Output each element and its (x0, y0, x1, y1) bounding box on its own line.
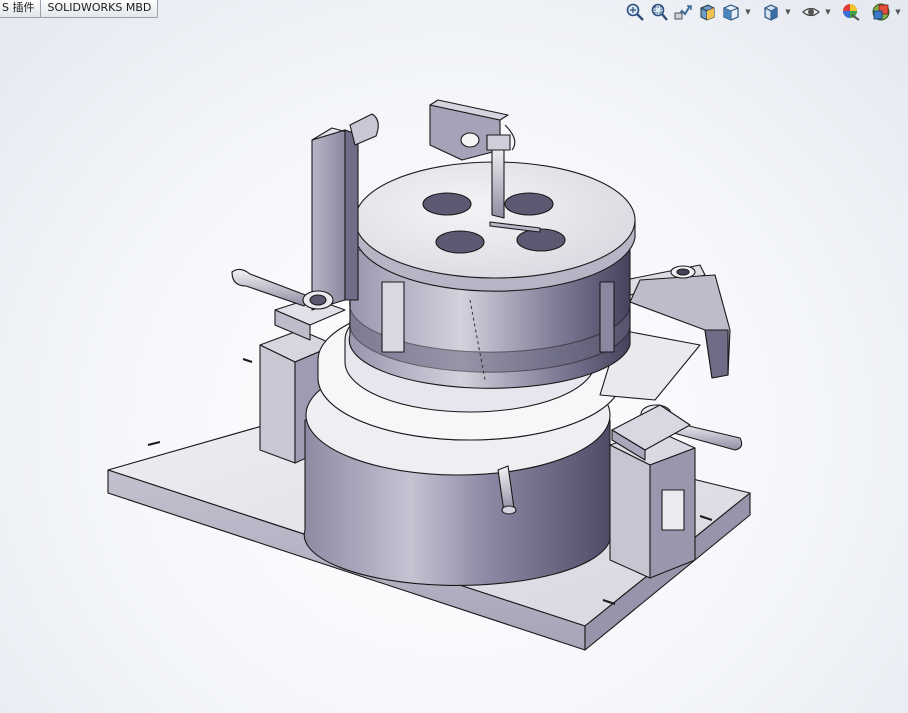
tab-solidworks-mbd[interactable]: SOLIDWORKS MBD (41, 0, 159, 18)
view-orientation-dropdown-icon[interactable]: ▼ (744, 1, 752, 23)
hide-show-items-icon[interactable] (800, 1, 822, 23)
apply-scene-icon[interactable] (870, 1, 892, 23)
display-style-icon[interactable] (760, 1, 782, 23)
graphics-area[interactable]: S 插件 SOLIDWORKS MBD ▼ ▼ ▼ ▼ (0, 0, 908, 713)
zoom-to-fit-icon[interactable] (624, 1, 646, 23)
fixture-assembly-model[interactable] (0, 0, 908, 713)
tab-addins[interactable]: S 插件 (0, 0, 42, 18)
apply-scene-dropdown-icon[interactable]: ▼ (894, 1, 902, 23)
view-orientation-icon[interactable] (720, 1, 742, 23)
zoom-to-area-icon[interactable] (648, 1, 670, 23)
previous-view-icon[interactable] (672, 1, 694, 23)
command-manager-tabs: S 插件 SOLIDWORKS MBD (0, 0, 159, 18)
edit-appearance-icon[interactable] (840, 1, 862, 23)
heads-up-view-toolbar: ▼ ▼ ▼ ▼ (624, 0, 902, 24)
hide-show-items-dropdown-icon[interactable]: ▼ (824, 1, 832, 23)
display-style-dropdown-icon[interactable]: ▼ (784, 1, 792, 23)
right-support-block (609, 429, 696, 579)
section-view-icon[interactable] (696, 1, 718, 23)
